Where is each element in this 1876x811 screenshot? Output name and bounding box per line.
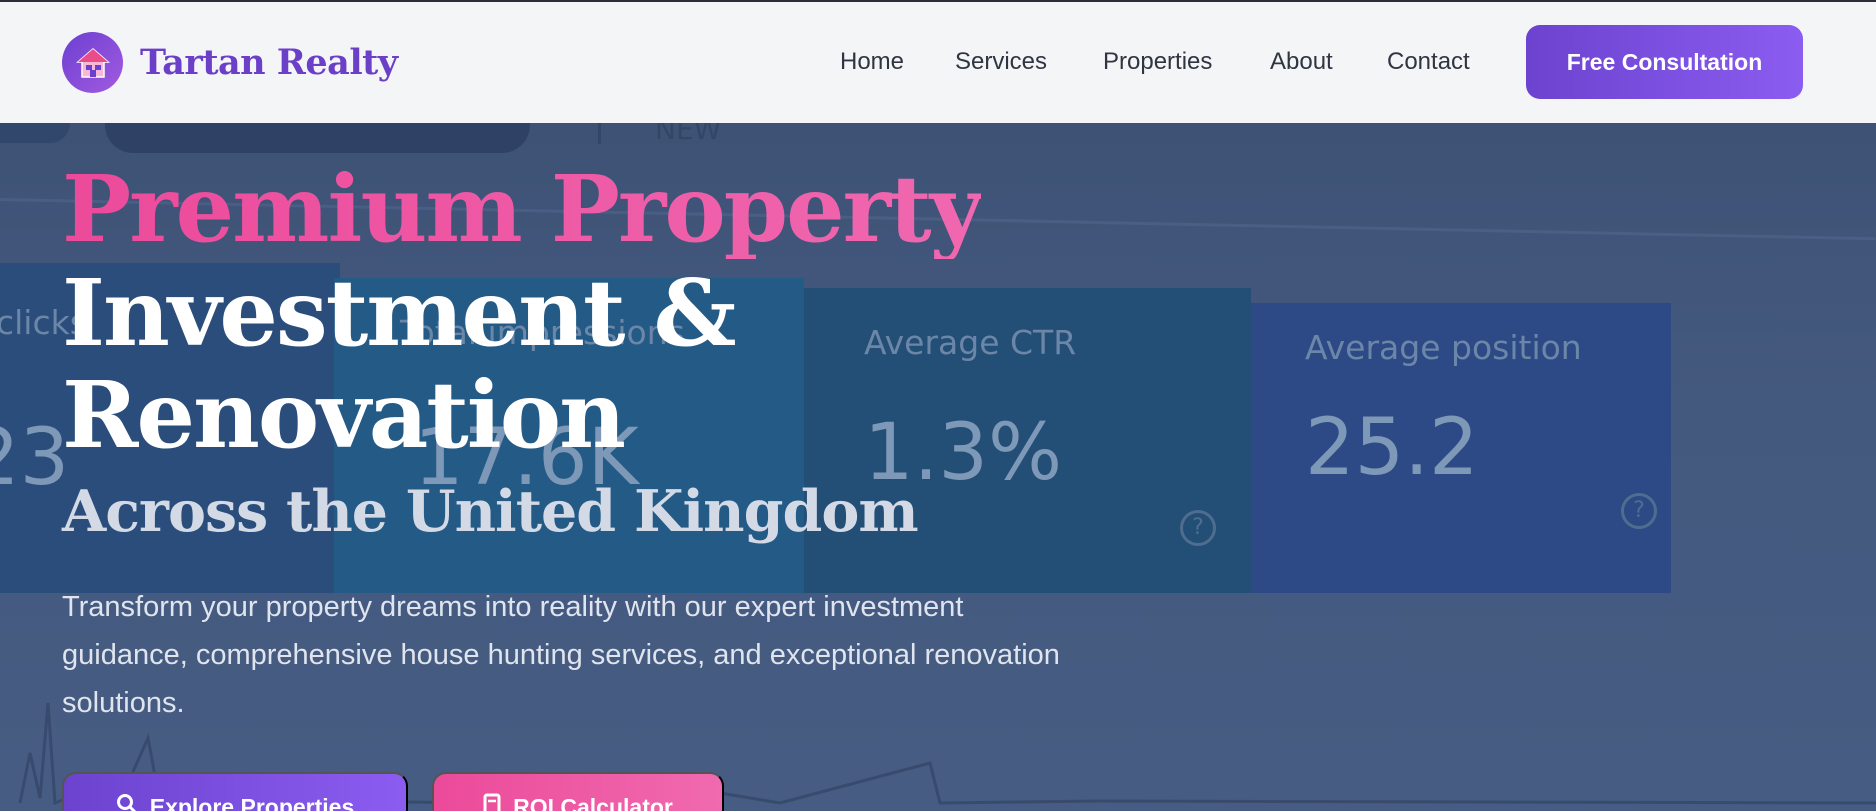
nav-link-about[interactable]: About xyxy=(1270,48,1333,76)
search-icon xyxy=(116,793,138,811)
bg-stat-value: 23 xyxy=(0,413,70,503)
bg-new-label: NEW xyxy=(655,123,722,146)
hero-subtitle: Across the United Kingdom xyxy=(62,478,919,545)
bg-divider xyxy=(598,123,601,144)
bg-tab xyxy=(0,123,70,143)
explore-properties-label: Explore Properties xyxy=(149,793,355,811)
bg-tab xyxy=(105,123,530,153)
bg-stat-card: Average CTR 1.3% ? xyxy=(804,288,1251,593)
explore-properties-button[interactable]: Explore Properties xyxy=(62,772,408,811)
roi-calculator-button[interactable]: ROI Calculator xyxy=(432,772,724,811)
calculator-icon xyxy=(483,793,501,811)
roi-calculator-label: ROI Calculator xyxy=(513,793,673,811)
bg-stat-label: Average position xyxy=(1305,328,1582,367)
hero-description: Transform your property dreams into real… xyxy=(62,591,1060,719)
nav-link-contact[interactable]: Contact xyxy=(1387,48,1470,76)
nav-link-properties[interactable]: Properties xyxy=(1103,48,1212,76)
hero-title-highlight: Premium Property xyxy=(62,155,983,263)
hero-title-line: Investment & xyxy=(62,259,737,367)
bg-stat-card: Average position 25.2 ? xyxy=(1251,303,1671,593)
nav-link-services[interactable]: Services xyxy=(955,48,1047,76)
bg-stat-label: Average CTR xyxy=(864,323,1077,362)
help-icon: ? xyxy=(1621,493,1657,529)
bg-stat-value: 25.2 xyxy=(1305,403,1479,493)
nav-link-home[interactable]: Home xyxy=(840,48,904,76)
help-icon: ? xyxy=(1180,510,1216,546)
free-consultation-button[interactable]: Free Consultation xyxy=(1526,25,1803,99)
hero-title-line: Renovation xyxy=(62,361,626,469)
top-navbar: Tartan Realty Home Services Properties A… xyxy=(0,0,1876,123)
